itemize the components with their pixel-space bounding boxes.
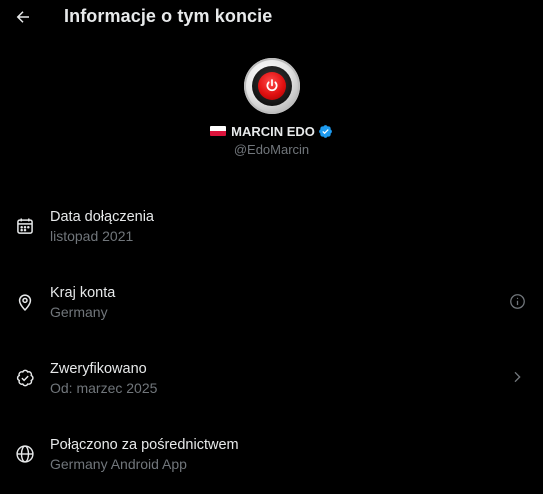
detail-value: listopad 2021 [50, 228, 134, 244]
user-handle: @EdoMarcin [233, 142, 310, 157]
verified-badge-icon [318, 124, 332, 138]
info-icon[interactable] [507, 291, 527, 311]
avatar[interactable] [243, 58, 300, 114]
name-row: MARCIN EDO [210, 123, 333, 139]
detail-row-connected-via: Połączono za pośrednictwem Germany Andro… [0, 434, 543, 494]
detail-value: Germany Android App [50, 456, 187, 472]
detail-label: Połączono za pośrednictwem [50, 437, 239, 453]
detail-row-account-country: Kraj konta Germany [0, 282, 543, 342]
detail-row-verified[interactable]: Zweryfikowano Od: marzec 2025 [0, 358, 543, 418]
verified-check-icon [14, 367, 36, 389]
detail-label: Kraj konta [50, 285, 116, 301]
page-header: Informacje o tym koncie [0, 0, 543, 34]
detail-value: Od: marzec 2025 [50, 380, 158, 396]
profile-summary: MARCIN EDO @EdoMarcin [0, 58, 543, 157]
back-button[interactable] [12, 6, 34, 28]
globe-icon [14, 443, 36, 465]
calendar-icon [14, 215, 36, 237]
avatar-ring [251, 66, 292, 106]
poland-flag-icon [210, 126, 227, 136]
display-name: MARCIN EDO [231, 123, 315, 139]
detail-row-join-date: Data dołączenia listopad 2021 [0, 206, 543, 266]
arrow-left-icon [16, 11, 29, 23]
detail-label: Data dołączenia [50, 209, 154, 225]
detail-label: Zweryfikowano [50, 361, 147, 377]
detail-value: Germany [50, 304, 108, 320]
page-title: Informacje o tym koncie [64, 6, 273, 26]
location-pin-icon [14, 291, 36, 313]
power-button-image [257, 72, 286, 100]
chevron-right-icon[interactable] [507, 367, 527, 387]
power-icon [265, 79, 278, 92]
